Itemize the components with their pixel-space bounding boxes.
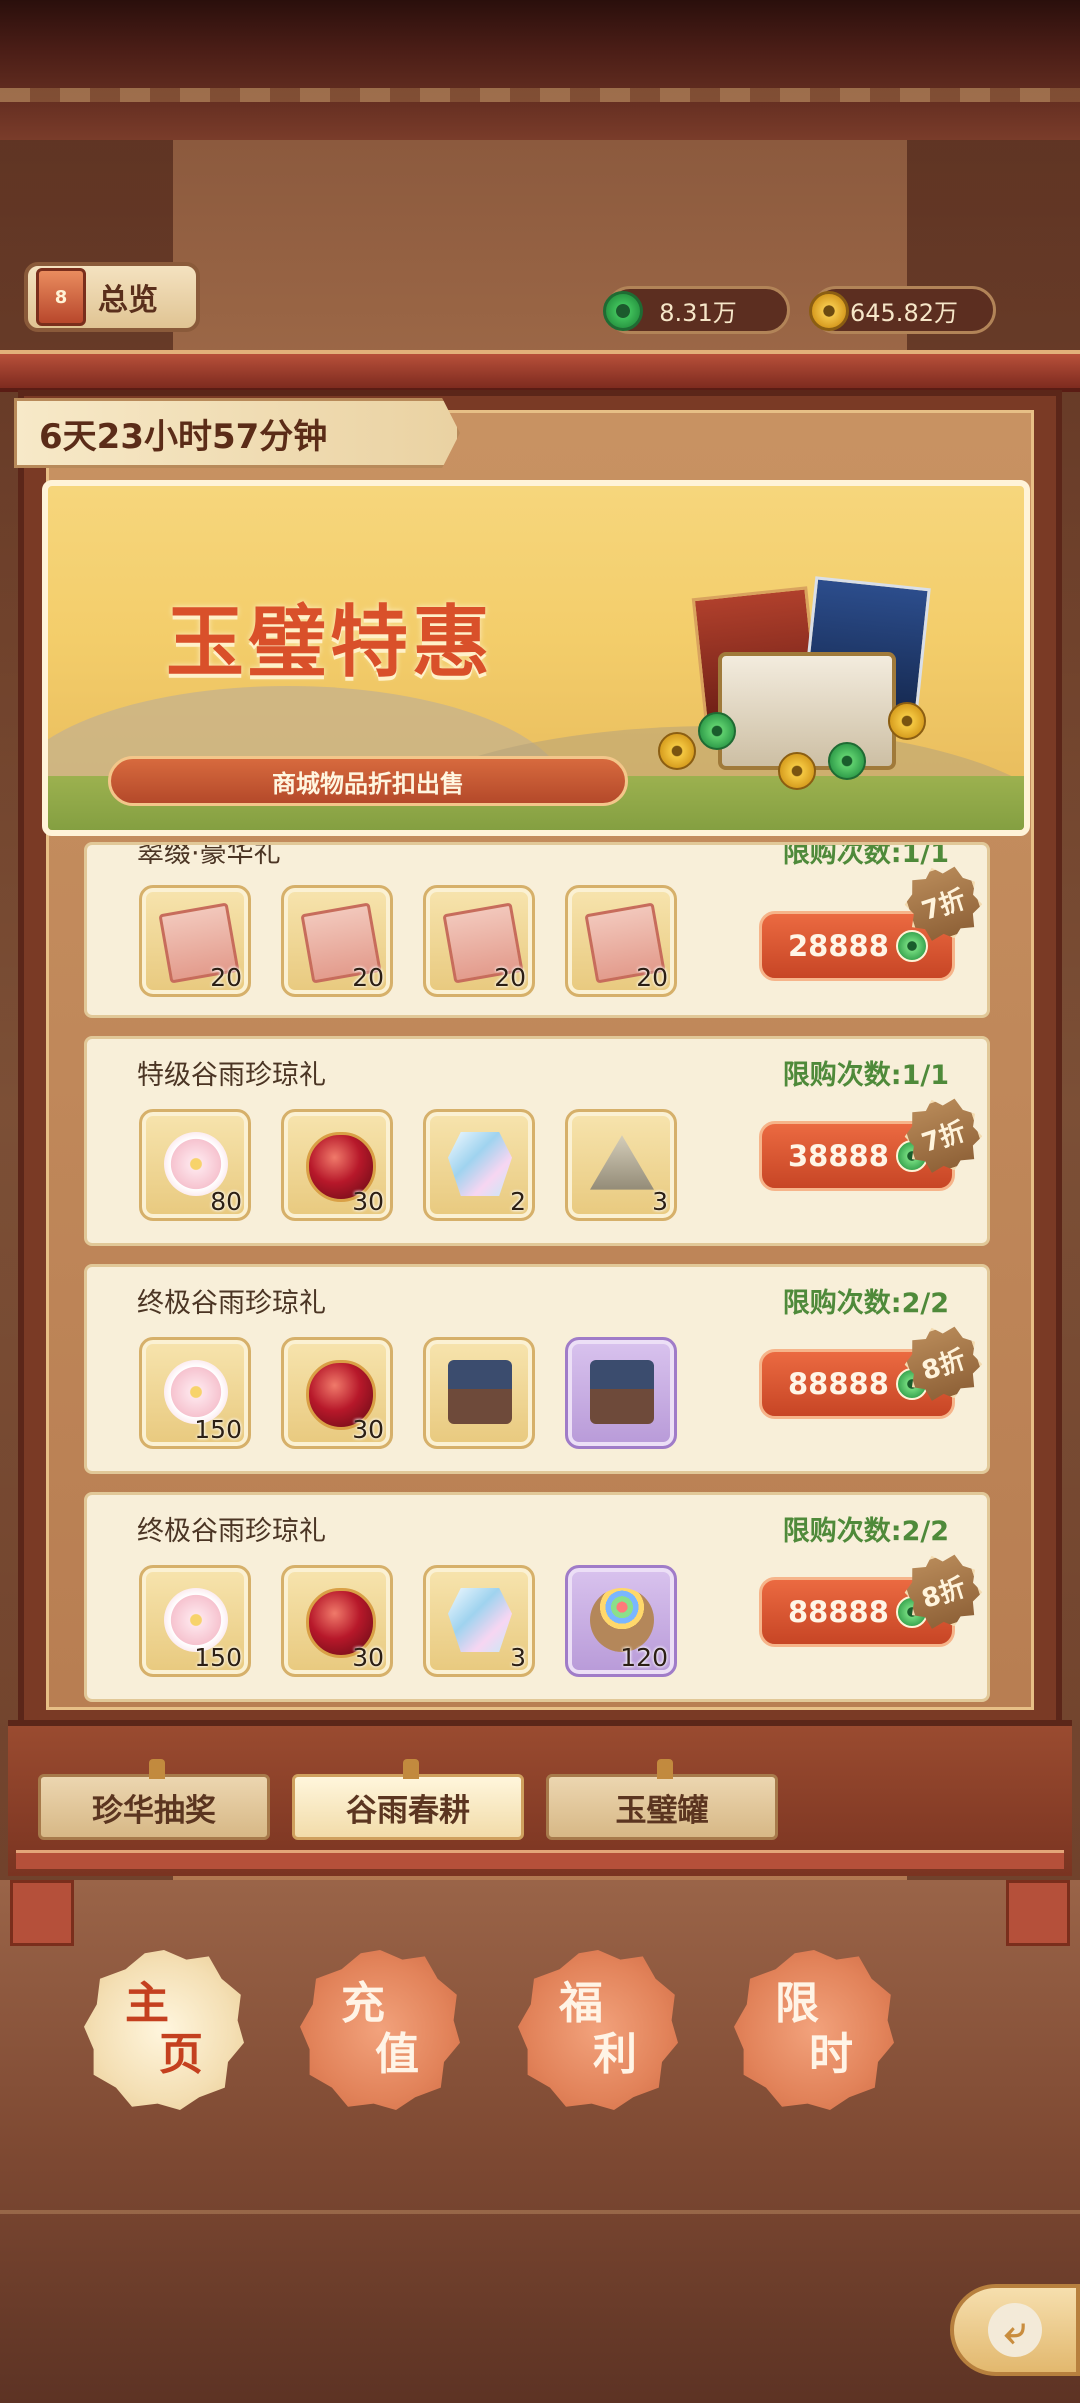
item-quantity: 3 [510,1643,526,1672]
item-slot[interactable]: 80 [139,1109,251,1221]
pavilion-icon [590,1360,654,1424]
purchase-limit: 限购次数:2/2 [782,1288,949,1319]
pavilion-icon [448,1360,512,1424]
promo-banner: 玉璧特惠 商城物品折扣出售 [42,480,1030,836]
jade-coin-icon [603,291,643,331]
countdown-timer: 6天23小时57分钟 [14,398,460,468]
nav-char: 充 [341,1978,385,2030]
banner-title: 玉璧特惠 [166,597,495,688]
frame-leg [10,1880,74,1946]
jade-coin-icon [896,930,928,962]
gift-pack-row: 翠缀·豪华礼 限购次数:1/1 20 20 20 20 28888 [84,842,990,1018]
back-arrow-icon: ⤶ [988,2303,1042,2357]
item-slot[interactable]: 150 [139,1337,251,1449]
tab-jade-jar[interactable]: 玉璧罐 [546,1759,778,1840]
banner-subtitle: 商城物品折扣出售 [108,756,628,806]
item-slot[interactable] [565,1337,677,1449]
price-amount: 28888 [788,929,889,963]
tab-lottery[interactable]: 珍华抽奖 [38,1759,270,1840]
item-quantity: 80 [210,1187,242,1216]
item-slot[interactable]: 30 [281,1337,393,1449]
frame-roof [0,350,1080,392]
price-amount: 88888 [788,1595,889,1629]
nav-char: 限 [775,1978,819,2030]
item-slot[interactable]: 30 [281,1109,393,1221]
item-quantity: 150 [194,1643,242,1672]
item-quantity: 120 [620,1643,668,1672]
item-quantity: 20 [210,963,242,992]
gift-pack-row: 终极谷雨珍琼礼 限购次数:2/2 150 30 88888 [84,1264,990,1474]
gold-coin-icon [658,732,696,770]
nav-char: 页 [159,2029,203,2080]
trunk-icon [718,652,896,770]
gift-pack-row: 终极谷雨珍琼礼 限购次数:2/2 150 30 3 120 88888 [84,1492,990,1702]
item-slot[interactable]: 150 [139,1565,251,1677]
tent-icon [590,1135,654,1190]
jade-coin-icon [698,712,736,750]
pack-title: 终极谷雨珍琼礼 [137,1516,326,1547]
tab-label: 玉璧罐 [615,1792,709,1829]
jade-amount: 8.31万 [659,298,737,327]
price-amount: 88888 [788,1367,889,1401]
book-number: 8 [54,286,68,308]
jade-currency: 8.31万 [603,286,790,334]
gold-amount: 645.82万 [850,298,958,327]
hanger-icon [149,1759,165,1779]
hanger-icon [657,1759,673,1779]
nav-char: 时 [809,2029,853,2080]
item-quantity: 20 [494,963,526,992]
item-quantity: 20 [352,963,384,992]
frame-leg [1006,1880,1070,1946]
item-slot[interactable]: 2 [423,1109,535,1221]
purchase-limit: 限购次数:2/2 [782,1516,949,1547]
pack-title: 翠缀·豪华礼 [137,842,281,869]
item-slot[interactable]: 20 [281,885,393,997]
item-slot[interactable]: 3 [565,1109,677,1221]
treasure-chest-icon [658,576,931,790]
gold-coin-icon [809,291,849,331]
item-quantity: 30 [352,1187,384,1216]
item-quantity: 30 [352,1643,384,1672]
tab-label: 珍华抽奖 [92,1792,216,1829]
item-quantity: 30 [352,1415,384,1444]
tab-spring-farming[interactable]: 谷雨春耕 [292,1759,524,1840]
overview-button[interactable]: 8 总览 [24,262,200,332]
item-quantity: 2 [510,1187,526,1216]
back-button[interactable]: ⤶ [950,2284,1080,2376]
hanger-icon [403,1759,419,1779]
overview-label: 总览 [98,283,158,318]
nav-char: 值 [375,2029,419,2080]
top-eaves [0,0,1080,140]
book-icon: 8 [36,268,86,326]
tab-label: 谷雨春耕 [346,1792,470,1829]
crystal-gem-icon [448,1132,512,1196]
item-slot[interactable]: 120 [565,1565,677,1677]
pack-title: 终极谷雨珍琼礼 [137,1288,326,1319]
nav-char: 利 [593,2029,637,2080]
gold-coin-icon [888,702,926,740]
item-slot[interactable]: 20 [565,885,677,997]
nav-char: 福 [559,1978,603,2030]
pack-title: 特级谷雨珍琼礼 [137,1060,326,1091]
nav-char: 主 [125,1978,169,2030]
purchase-limit: 限购次数:1/1 [782,842,949,869]
item-slot[interactable] [423,1337,535,1449]
crystal-gem-icon [448,1588,512,1652]
purchase-limit: 限购次数:1/1 [782,1060,949,1091]
item-slot[interactable]: 20 [423,885,535,997]
item-slot[interactable]: 30 [281,1565,393,1677]
gold-currency: 645.82万 [809,286,996,334]
gift-pack-row: 特级谷雨珍琼礼 限购次数:1/1 80 30 2 3 38888 [84,1036,990,1246]
price-amount: 38888 [788,1139,889,1173]
item-quantity: 150 [194,1415,242,1444]
item-quantity: 20 [636,963,668,992]
gold-coin-icon [778,752,816,790]
jade-coin-icon [828,742,866,780]
item-quantity: 3 [652,1187,668,1216]
item-slot[interactable]: 3 [423,1565,535,1677]
item-slot[interactable]: 20 [139,885,251,997]
